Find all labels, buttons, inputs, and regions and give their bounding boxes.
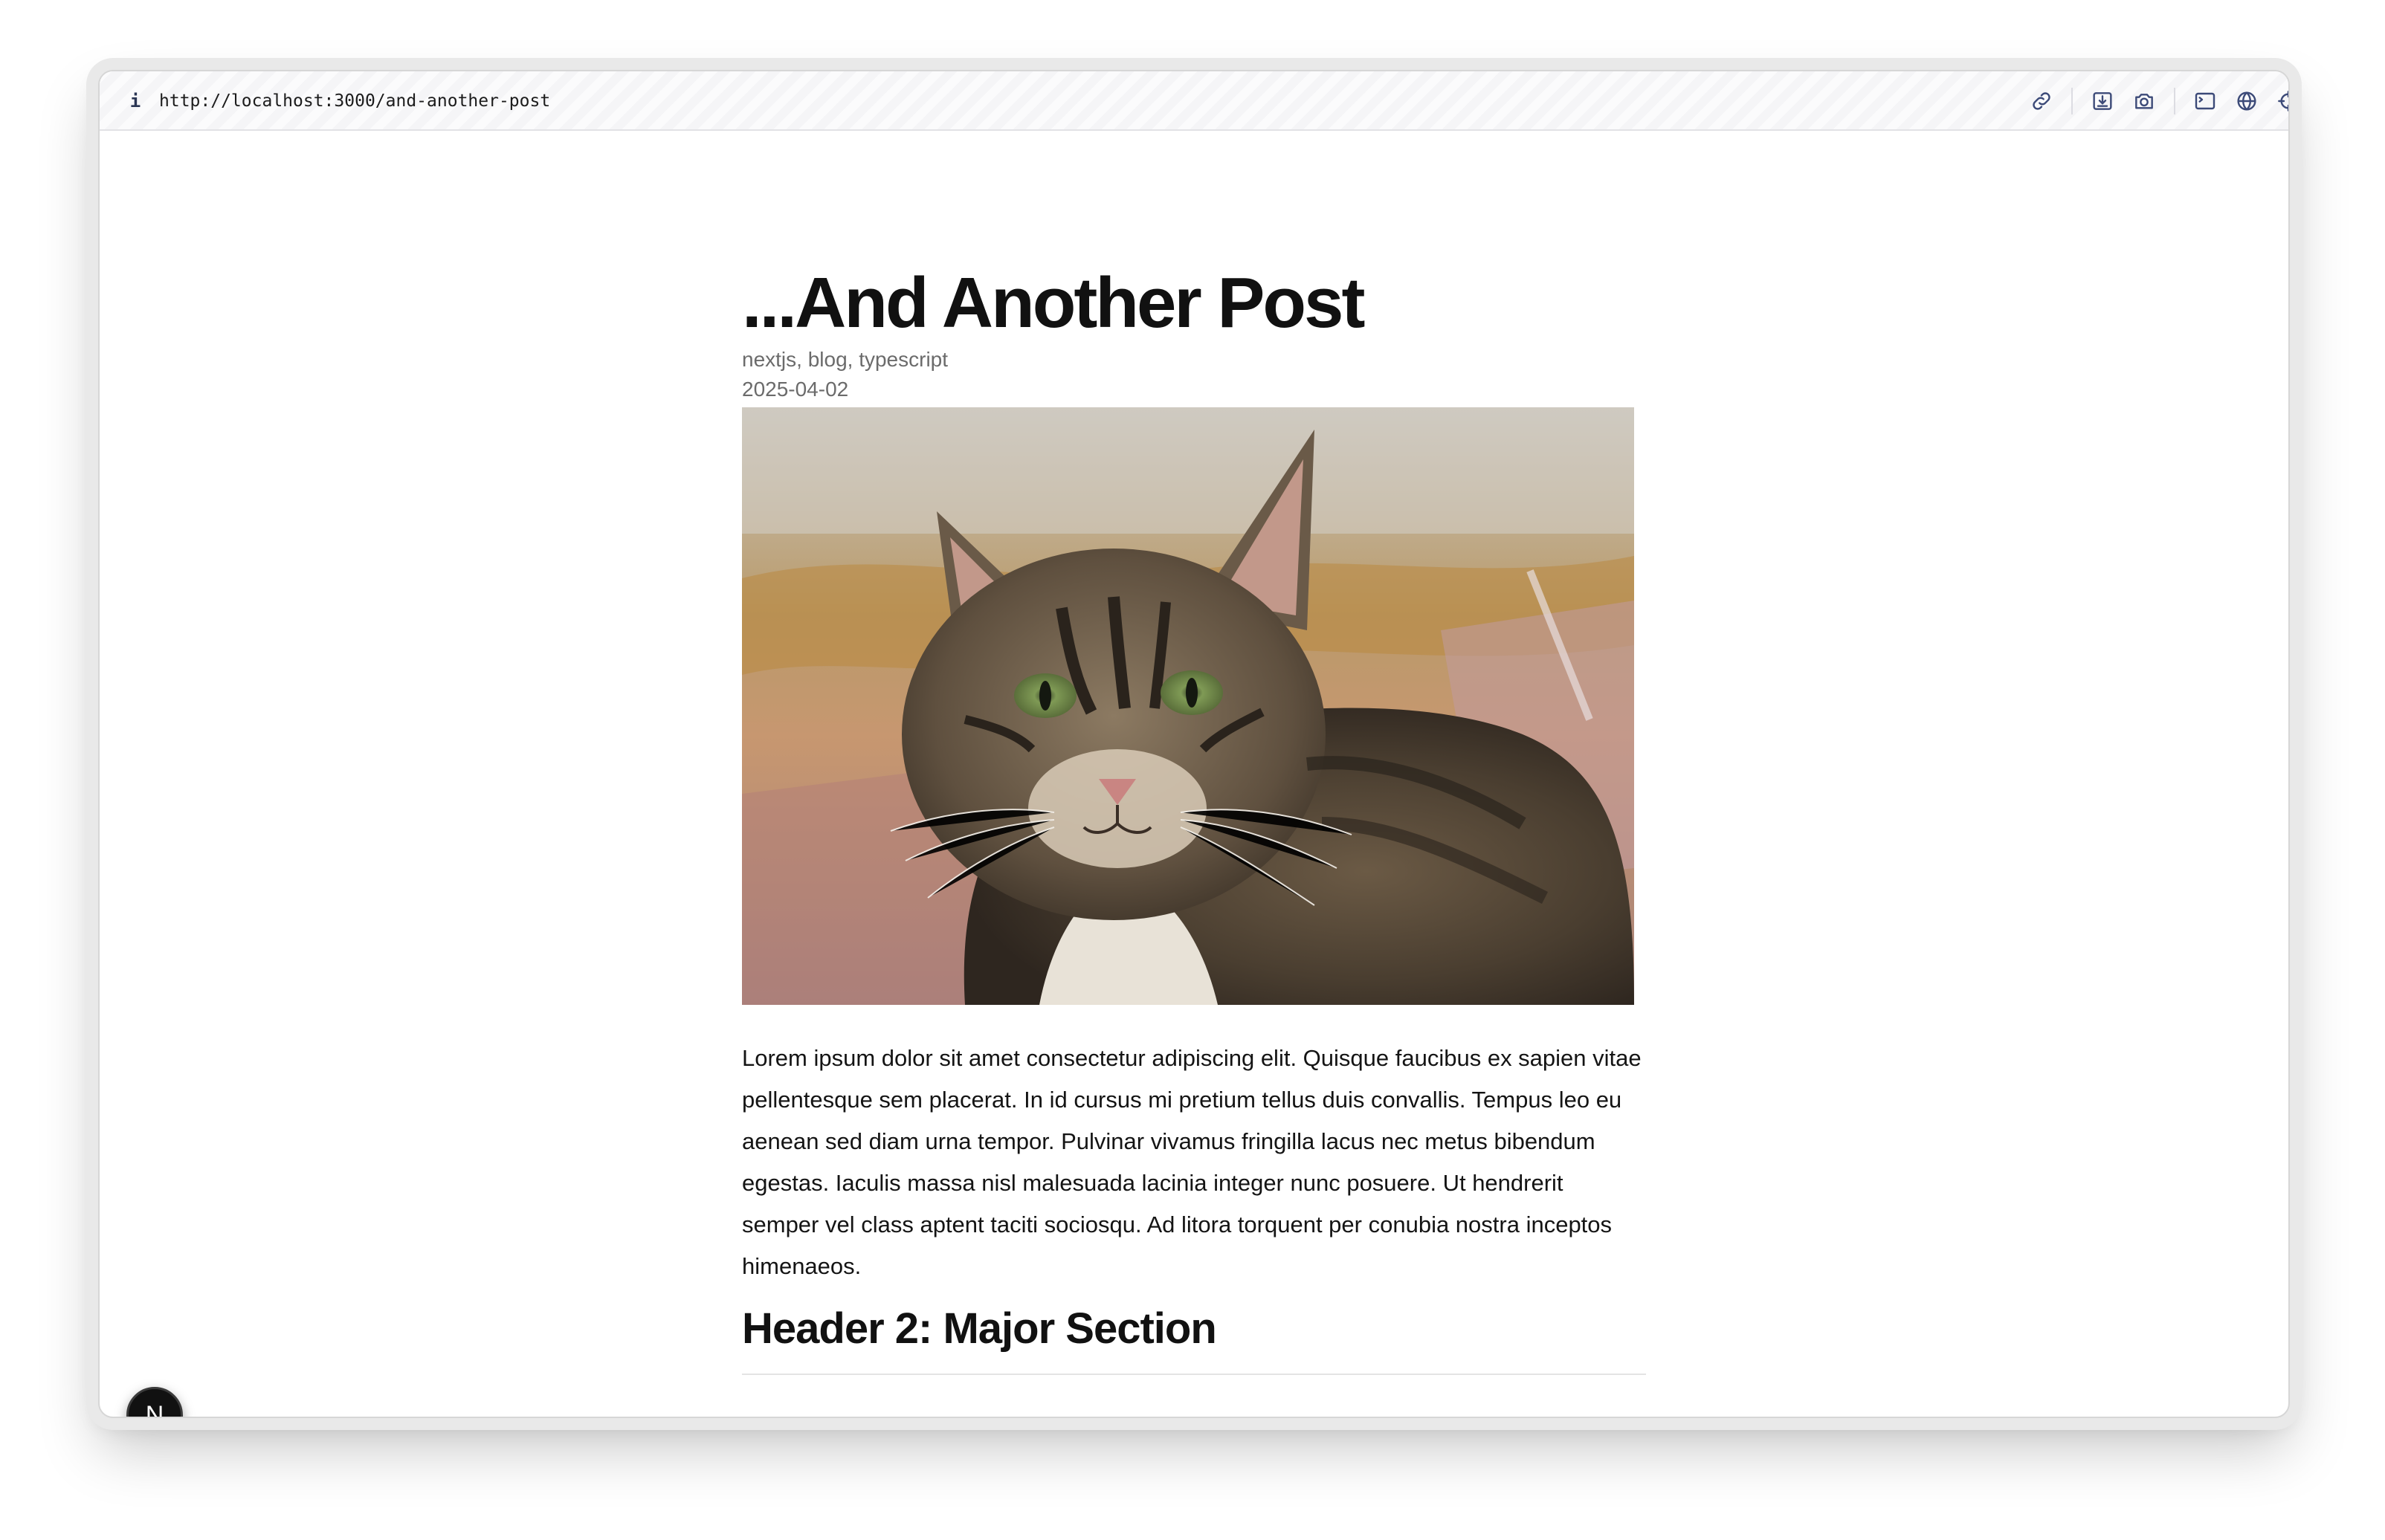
post-tags: nextjs, blog, typescript	[742, 348, 949, 371]
page-viewport: ...And Another Post nextjs, blog, typesc…	[100, 131, 2288, 1417]
cat-photo	[742, 407, 1634, 1005]
camera-icon[interactable]	[2129, 86, 2159, 116]
post-paragraph: Lorem ipsum dolor sit amet consectetur a…	[742, 1045, 1642, 1279]
nextjs-devtools-button[interactable]: N	[126, 1387, 183, 1417]
toolbar-divider	[2071, 88, 2073, 114]
globe-icon[interactable]	[2232, 86, 2262, 116]
crosshair-icon[interactable]	[2273, 86, 2288, 116]
info-icon[interactable]: i	[120, 86, 150, 116]
address-bar[interactable]: http://localhost:3000/and-another-post	[159, 71, 550, 131]
post-title: ...And Another Post	[742, 263, 1365, 343]
browser-window: i http://localhost:3000/and-another-post…	[98, 70, 2290, 1418]
link-icon[interactable]	[2027, 86, 2056, 116]
heading-divider	[742, 1374, 1646, 1375]
toolbar-divider	[2174, 88, 2175, 114]
terminal-icon[interactable]	[2190, 86, 2220, 116]
download-icon[interactable]	[2088, 86, 2117, 116]
section-heading: Header 2: Major Section	[742, 1304, 1217, 1353]
post-date: 2025-04-02	[742, 378, 849, 401]
browser-toolbar: i http://localhost:3000/and-another-post	[100, 71, 2288, 131]
